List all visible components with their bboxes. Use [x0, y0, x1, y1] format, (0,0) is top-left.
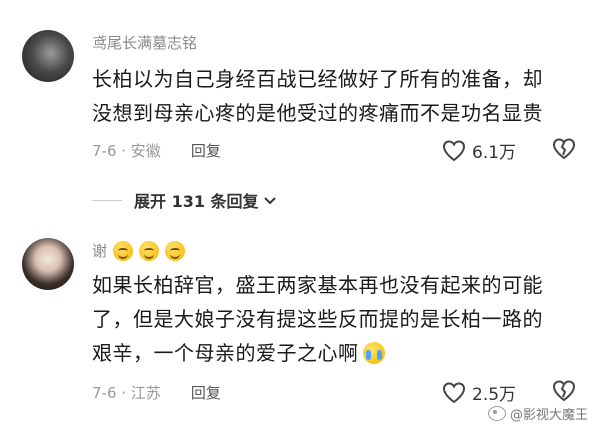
reply-button[interactable]: 回复: [191, 382, 221, 403]
like-count: 6.1万: [472, 143, 517, 163]
reply-button[interactable]: 回复: [191, 140, 221, 161]
like-button[interactable]: 6.1万: [442, 138, 516, 163]
comment-text-line: 如果长柏辞官，盛王两家基本再也没有起来的可能: [92, 273, 543, 297]
smile-emoji-icon: [113, 240, 134, 261]
like-button[interactable]: 2.5万: [442, 380, 516, 405]
comment-username[interactable]: 鸢尾长满墓志铭: [92, 32, 197, 53]
date-location: 7-6 · 江苏: [92, 384, 161, 402]
smile-emoji-icon: [139, 240, 160, 261]
expand-replies-label: 展开 131 条回复: [134, 192, 259, 211]
date-location: 7-6 · 安徽: [92, 142, 161, 160]
comment-text: 长柏以为自己身经百战已经做好了所有的准备，却 没想到母亲心疼的是他受过的疼痛而不…: [92, 62, 592, 130]
comment-text-span: 艰辛，一个母亲的爱子之心啊: [92, 341, 359, 365]
smile-emoji-icon: [165, 240, 186, 261]
comment-meta: 7-6 · 江苏 回复: [92, 382, 221, 403]
crying-emoji-icon: [362, 342, 385, 364]
weibo-logo-icon: [487, 406, 506, 421]
username-text: 谢: [92, 242, 108, 260]
watermark-text: @影视大魔王: [509, 408, 588, 423]
watermark: @影视大魔王: [487, 404, 588, 423]
expand-replies-button[interactable]: 展开 131 条回复: [92, 188, 277, 212]
comment-meta: 7-6 · 安徽 回复: [92, 140, 221, 161]
comment-text-line: 没想到母亲心疼的是他受过的疼痛而不是功名显贵: [92, 101, 543, 125]
comment-text-line: 了，但是大娘子没有提这些反而提的是长柏一路的: [92, 307, 543, 331]
heart-icon: [442, 381, 466, 404]
avatar[interactable]: [22, 30, 74, 82]
heart-icon: [442, 139, 466, 162]
dislike-icon[interactable]: [552, 138, 576, 164]
divider-line: [92, 199, 122, 201]
comment-username[interactable]: 谢: [92, 240, 186, 261]
comment-text: 如果长柏辞官，盛王两家基本再也没有起来的可能 了，但是大娘子没有提这些反而提的是…: [92, 268, 592, 370]
dislike-icon[interactable]: [552, 380, 576, 406]
avatar[interactable]: [22, 238, 74, 290]
chevron-down-icon: [263, 191, 277, 210]
comment-text-line: 长柏以为自己身经百战已经做好了所有的准备，却: [92, 67, 543, 91]
like-count: 2.5万: [472, 385, 517, 405]
comment-text-line-last: 艰辛，一个母亲的爱子之心啊: [92, 336, 592, 370]
